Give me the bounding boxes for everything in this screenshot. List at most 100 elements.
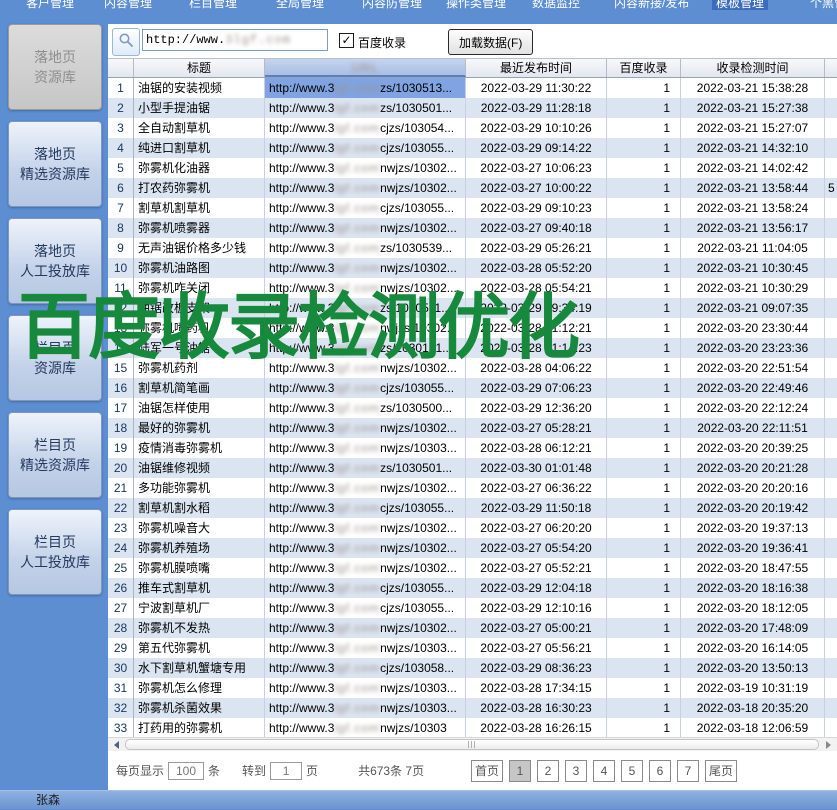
table-row[interactable]: 17油锯怎样使用http://www.3lgf.comzs/1030500...… [108,398,837,418]
row-number[interactable]: 27 [108,598,134,618]
row-number[interactable]: 33 [108,718,134,737]
menu-item[interactable]: 模板管理 [712,0,768,10]
row-number[interactable]: 6 [108,178,134,198]
column-header[interactable] [825,59,837,77]
table-row[interactable]: 13弥雾机喷药机http://www.3lgf.comnwjzs/10302..… [108,318,837,338]
table-row[interactable]: 9无声油锯价格多少钱http://www.3lgf.comzs/1030539.… [108,238,837,258]
baidu-index-checkbox[interactable] [339,33,354,48]
row-number[interactable]: 30 [108,658,134,678]
table-row[interactable]: 7割草机割草机http://www.3lgf.comcjzs/103055...… [108,198,837,218]
column-header[interactable]: 收录检测时间 [681,59,825,77]
table-row[interactable]: 6打农药弥雾机http://www.3lgf.comnwjzs/10302...… [108,178,837,198]
table-row[interactable]: 8弥雾机喷雾器http://www.3lgf.comnwjzs/10302...… [108,218,837,238]
sidebar-button[interactable]: 栏目页人工投放库 [8,509,102,595]
row-number[interactable]: 9 [108,238,134,258]
menu-item[interactable]: 客户管理 [22,0,78,10]
row-number[interactable]: 23 [108,518,134,538]
horizontal-scrollbar-thumb[interactable] [125,739,819,750]
page-button[interactable]: 5 [621,760,643,782]
row-number[interactable]: 14 [108,338,134,358]
page-button[interactable]: 4 [593,760,615,782]
row-number[interactable]: 15 [108,358,134,378]
table-row[interactable]: 11弥雾机咋关闭http://www.3lgf.comnwjzs/10302..… [108,278,837,298]
row-number[interactable]: 24 [108,538,134,558]
menu-item[interactable]: 内容新接/发布 [610,0,693,10]
menu-item[interactable]: 全局管理 [272,0,328,10]
table-row[interactable]: 12油锯改板支架http://www.3lgf.comzs/1030511...… [108,298,837,318]
row-number[interactable]: 8 [108,218,134,238]
table-row[interactable]: 25弥雾机膜喷嘴http://www.3lgf.comnwjzs/10302..… [108,558,837,578]
table-row[interactable]: 2小型手提油锯http://www.3lgf.comzs/1030501...2… [108,98,837,118]
page-button[interactable]: 3 [565,760,587,782]
page-button[interactable]: 7 [677,760,699,782]
row-number[interactable]: 28 [108,618,134,638]
table-row[interactable]: 23弥雾机噪音大http://www.3lgf.comnwjzs/10302..… [108,518,837,538]
column-header[interactable]: URL [265,59,466,77]
table-row[interactable]: 5弥雾机化油器http://www.3lgf.comnwjzs/10302...… [108,158,837,178]
menu-item[interactable]: 内容管理 [100,0,156,10]
row-number[interactable]: 7 [108,198,134,218]
column-header[interactable]: 标题 [134,59,265,77]
row-number[interactable]: 16 [108,378,134,398]
row-number[interactable]: 1 [108,78,134,98]
row-number[interactable]: 25 [108,558,134,578]
column-header[interactable]: 百度收录 [607,59,681,77]
table-row[interactable]: 33打药用的弥雾机http://www.3lgf.comnwjzs/103032… [108,718,837,737]
table-row[interactable]: 4纯进口割草机http://www.3lgf.comcjzs/103055...… [108,138,837,158]
row-number[interactable]: 29 [108,638,134,658]
row-number[interactable]: 4 [108,138,134,158]
page-button[interactable]: 首页 [471,760,503,782]
table-row[interactable]: 1油锯的安装视频http://www.3lgf.comzs/1030513...… [108,78,837,98]
row-number[interactable]: 26 [108,578,134,598]
menu-item[interactable]: 栏目管理 [185,0,241,10]
row-number[interactable]: 5 [108,158,134,178]
table-row[interactable]: 31弥雾机怎么修理http://www.3lgf.comnwjzs/10303.… [108,678,837,698]
table-row[interactable]: 14陆军一号油锯http://www.3lgf.comzs/1030151...… [108,338,837,358]
goto-page-input[interactable] [270,762,302,780]
row-number[interactable]: 17 [108,398,134,418]
table-row[interactable]: 20油锯维修视频http://www.3lgf.comzs/1030501...… [108,458,837,478]
menu-item[interactable]: 内容防管理 [358,0,426,10]
row-number[interactable]: 2 [108,98,134,118]
scroll-right-arrow-icon[interactable] [821,738,836,751]
row-number[interactable]: 10 [108,258,134,278]
menu-item[interactable]: 个黑管理 [806,0,837,10]
row-number[interactable]: 12 [108,298,134,318]
row-number[interactable]: 21 [108,478,134,498]
horizontal-scrollbar[interactable] [108,737,837,751]
row-number[interactable]: 31 [108,678,134,698]
table-row[interactable]: 29第五代弥雾机http://www.3lgf.comnwjzs/10303..… [108,638,837,658]
column-header[interactable]: 最近发布时间 [466,59,607,77]
table-row[interactable]: 15弥雾机药剂http://www.3lgf.comnwjzs/10302...… [108,358,837,378]
table-row[interactable]: 16割草机简笔画http://www.3lgf.comcjzs/103055..… [108,378,837,398]
header-rownum[interactable] [108,59,134,77]
row-number[interactable]: 20 [108,458,134,478]
row-number[interactable]: 22 [108,498,134,518]
menu-item[interactable]: 数据监控 [528,0,584,10]
row-number[interactable]: 32 [108,698,134,718]
sidebar-button[interactable]: 落地页人工投放库 [8,218,102,304]
page-button[interactable]: 尾页 [705,760,737,782]
table-row[interactable]: 19疫情消毒弥雾机http://www.3lgf.comnwjzs/10303.… [108,438,837,458]
page-button[interactable]: 2 [537,760,559,782]
menu-item[interactable]: 操作类管理 [442,0,510,10]
table-row[interactable]: 21多功能弥雾机http://www.3lgf.comnwjzs/10302..… [108,478,837,498]
row-number[interactable]: 18 [108,418,134,438]
table-row[interactable]: 22割草机割水稻http://www.3lgf.comcjzs/103055..… [108,498,837,518]
sidebar-button[interactable]: 栏目页资源库 [8,315,102,401]
row-number[interactable]: 13 [108,318,134,338]
table-row[interactable]: 24弥雾机养殖场http://www.3lgf.comnwjzs/10302..… [108,538,837,558]
row-number[interactable]: 11 [108,278,134,298]
scroll-left-arrow-icon[interactable] [109,738,124,751]
per-page-input[interactable] [168,762,204,780]
table-row[interactable]: 10弥雾机油路图http://www.3lgf.comnwjzs/10302..… [108,258,837,278]
table-row[interactable]: 28弥雾机不发热http://www.3lgf.comnwjzs/10302..… [108,618,837,638]
sidebar-button[interactable]: 落地页资源库 [8,24,102,110]
row-number[interactable]: 19 [108,438,134,458]
table-row[interactable]: 30水下割草机蟹塘专用http://www.3lgf.comcjzs/10305… [108,658,837,678]
table-row[interactable]: 32弥雾机杀菌效果http://www.3lgf.comnwjzs/10303.… [108,698,837,718]
page-button[interactable]: 6 [649,760,671,782]
url-input[interactable]: http://www.3lgf.com [142,29,328,51]
table-row[interactable]: 26推车式割草机http://www.3lgf.comcjzs/103055..… [108,578,837,598]
table-row[interactable]: 27宁波割草机厂http://www.3lgf.comcjzs/103055..… [108,598,837,618]
